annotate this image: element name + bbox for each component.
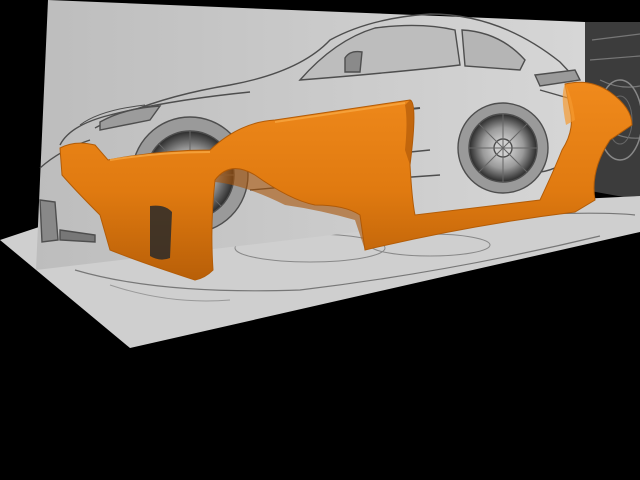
viewport-canvas[interactable] bbox=[0, 0, 640, 480]
3d-viewport[interactable] bbox=[0, 0, 640, 480]
